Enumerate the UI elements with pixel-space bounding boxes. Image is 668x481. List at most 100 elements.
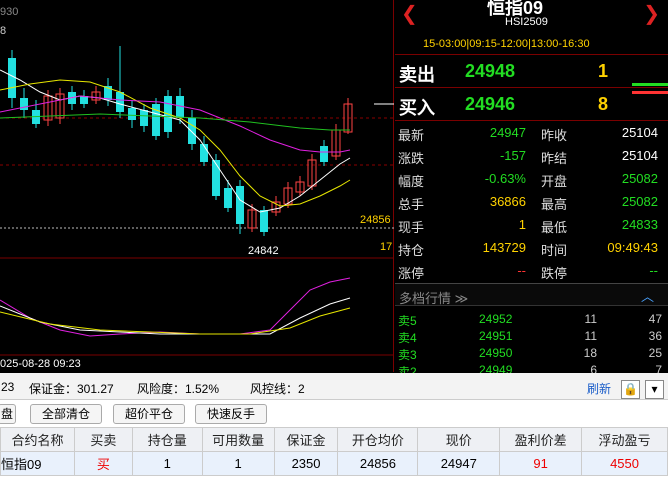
- stat-value: 1: [518, 217, 526, 232]
- chart-tick-label: 8: [0, 25, 7, 37]
- quote-stat-row: 幅度 -0.63% 开盘 25082: [395, 167, 668, 190]
- column-header[interactable]: 买卖: [73, 427, 133, 452]
- stat-label: 幅度: [398, 174, 425, 189]
- cell-margin: 2350: [273, 451, 339, 476]
- ask-label: 卖出: [399, 65, 435, 85]
- depth-total: 47: [648, 312, 662, 326]
- quote-stat-row: 最新 24947 昨收 25104: [395, 121, 668, 144]
- column-header[interactable]: 保证金: [273, 427, 339, 452]
- stat-label: 昨收: [541, 128, 568, 143]
- cell-avail: 1: [201, 451, 275, 476]
- candle-body: [80, 96, 88, 104]
- bid-row[interactable]: 买入 24946 8: [395, 89, 668, 121]
- partial-button[interactable]: 盘: [0, 404, 16, 424]
- bid-volume: 8: [597, 94, 608, 114]
- quote-stat-row: 涨跌 -157 昨结 25104: [395, 144, 668, 167]
- ask-price: 24948: [465, 61, 516, 81]
- kline-chart[interactable]: 930 8 24856 24842 17 025-08-28 09:23: [0, 0, 394, 372]
- stat-value: 24947: [489, 125, 526, 140]
- kline-svg: [0, 46, 394, 356]
- quote-stat-row: 涨停 -- 跌停 --: [395, 259, 668, 282]
- stat-value: -157: [499, 148, 526, 163]
- candle-body: [236, 186, 244, 224]
- low-price-label: 24842: [248, 245, 279, 257]
- stat-label: 最新: [398, 128, 425, 143]
- contract-code: HSI2509: [505, 16, 548, 28]
- candle-body: [212, 160, 220, 196]
- candle-body: [320, 146, 328, 162]
- stat-value: --: [649, 263, 658, 278]
- cell-diff: 91: [499, 451, 583, 476]
- stat-label: 现手: [398, 220, 425, 235]
- quote-header: ❮ ❯ 恒指09 HSI2509 15-03:00|09:15-12:00|13…: [395, 0, 668, 55]
- table-header: 合约名称 买卖 持仓量 可用数量 保证金 开仓均价 现价 盈利价差 浮动盈亏: [0, 427, 668, 452]
- stat-value: 25104: [621, 148, 658, 163]
- depth-volume: 18: [583, 346, 597, 360]
- candle-body: [8, 58, 16, 98]
- collapse-icon[interactable]: ︿: [641, 286, 654, 305]
- candle-body: [140, 110, 148, 126]
- candle-body: [224, 188, 232, 208]
- account-prefix: 23: [1, 380, 15, 394]
- trading-sessions: 15-03:00|09:15-12:00|13:00-16:30: [423, 38, 590, 50]
- stat-value: 36866: [489, 194, 526, 209]
- next-contract-icon[interactable]: ❯: [643, 4, 660, 24]
- stat-value: 143729: [482, 240, 526, 255]
- candle-body: [260, 210, 268, 232]
- table-body: 恒指09 买 1 1 2350 24856 24947 91 4550: [0, 451, 668, 476]
- table-row[interactable]: 恒指09 买 1 1 2350 24856 24947 91 4550: [0, 451, 668, 476]
- stat-label: 昨结: [541, 151, 568, 166]
- stat-value: 25082: [621, 194, 658, 209]
- depth-row[interactable]: 卖4 24951 11 36: [395, 327, 668, 345]
- refresh-link[interactable]: 刷新: [587, 380, 611, 397]
- ask-volume-bar: [632, 83, 668, 86]
- stat-label: 开盘: [541, 174, 568, 189]
- super-price-close-button[interactable]: 超价平仓: [113, 404, 185, 424]
- ask-volume: 1: [597, 61, 608, 81]
- depth-header[interactable]: 多档行情 ≫ ︿: [395, 283, 668, 306]
- depth-total: 36: [648, 329, 662, 343]
- depth-title: 多档行情 ≫: [399, 291, 469, 306]
- stat-label: 总手: [398, 197, 425, 212]
- ask-row[interactable]: 卖出 24948 1: [395, 56, 668, 88]
- column-header[interactable]: 浮动盈亏: [581, 427, 668, 452]
- quote-panel: ❮ ❯ 恒指09 HSI2509 15-03:00|09:15-12:00|13…: [395, 0, 668, 379]
- depth-volume: 11: [584, 329, 597, 343]
- quick-reverse-button[interactable]: 快速反手: [195, 404, 267, 424]
- lock-icon[interactable]: 🔒: [621, 380, 640, 399]
- column-header[interactable]: 盈利价差: [499, 427, 583, 452]
- stat-label: 涨停: [398, 266, 425, 281]
- column-header[interactable]: 可用数量: [201, 427, 275, 452]
- quote-stat-row: 现手 1 最低 24833: [395, 213, 668, 236]
- column-header[interactable]: 开仓均价: [337, 427, 419, 452]
- stat-value: 25104: [621, 125, 658, 140]
- dropdown-icon[interactable]: ▾: [645, 380, 664, 399]
- depth-row[interactable]: 卖3 24950 18 25: [395, 344, 668, 362]
- risk-line-label: 风控线：2: [250, 382, 305, 396]
- column-header[interactable]: 持仓量: [131, 427, 203, 452]
- depth-price: 24951: [479, 329, 513, 343]
- trade-panel: 23 保证金：301.27 风险度：1.52% 风控线：2 刷新 🔒 ▾ 盘 全…: [0, 373, 668, 481]
- margin-label: 保证金：301.27: [29, 382, 114, 396]
- action-bar: 盘 全部清仓 超价平仓 快速反手: [0, 401, 668, 427]
- prev-contract-icon[interactable]: ❮: [401, 4, 418, 24]
- close-all-button[interactable]: 全部清仓: [30, 404, 102, 424]
- open-price-marker: 24856: [360, 214, 391, 226]
- candle-body: [128, 108, 136, 120]
- stat-label: 最高: [541, 197, 568, 212]
- indicator-line: [0, 297, 351, 335]
- chart-time-label: 930: [0, 6, 19, 18]
- column-header[interactable]: 合约名称: [0, 427, 75, 452]
- column-header[interactable]: 现价: [417, 427, 501, 452]
- quote-stat-row: 总手 36866 最高 25082: [395, 190, 668, 213]
- depth-price: 24952: [479, 312, 513, 326]
- depth-total: 25: [648, 346, 662, 360]
- stat-label: 最低: [541, 220, 568, 235]
- stat-value: 09:49:43: [607, 240, 658, 255]
- bid-volume-bar: [632, 91, 668, 94]
- cell-pnl: 4550: [581, 451, 668, 476]
- cell-open: 24856: [337, 451, 419, 476]
- candle-body: [116, 92, 124, 112]
- positions-table: 合约名称 买卖 持仓量 可用数量 保证金 开仓均价 现价 盈利价差 浮动盈亏 恒指09 买 1 1 23…: [0, 427, 668, 476]
- depth-row[interactable]: 卖5 24952 11 47: [395, 310, 668, 328]
